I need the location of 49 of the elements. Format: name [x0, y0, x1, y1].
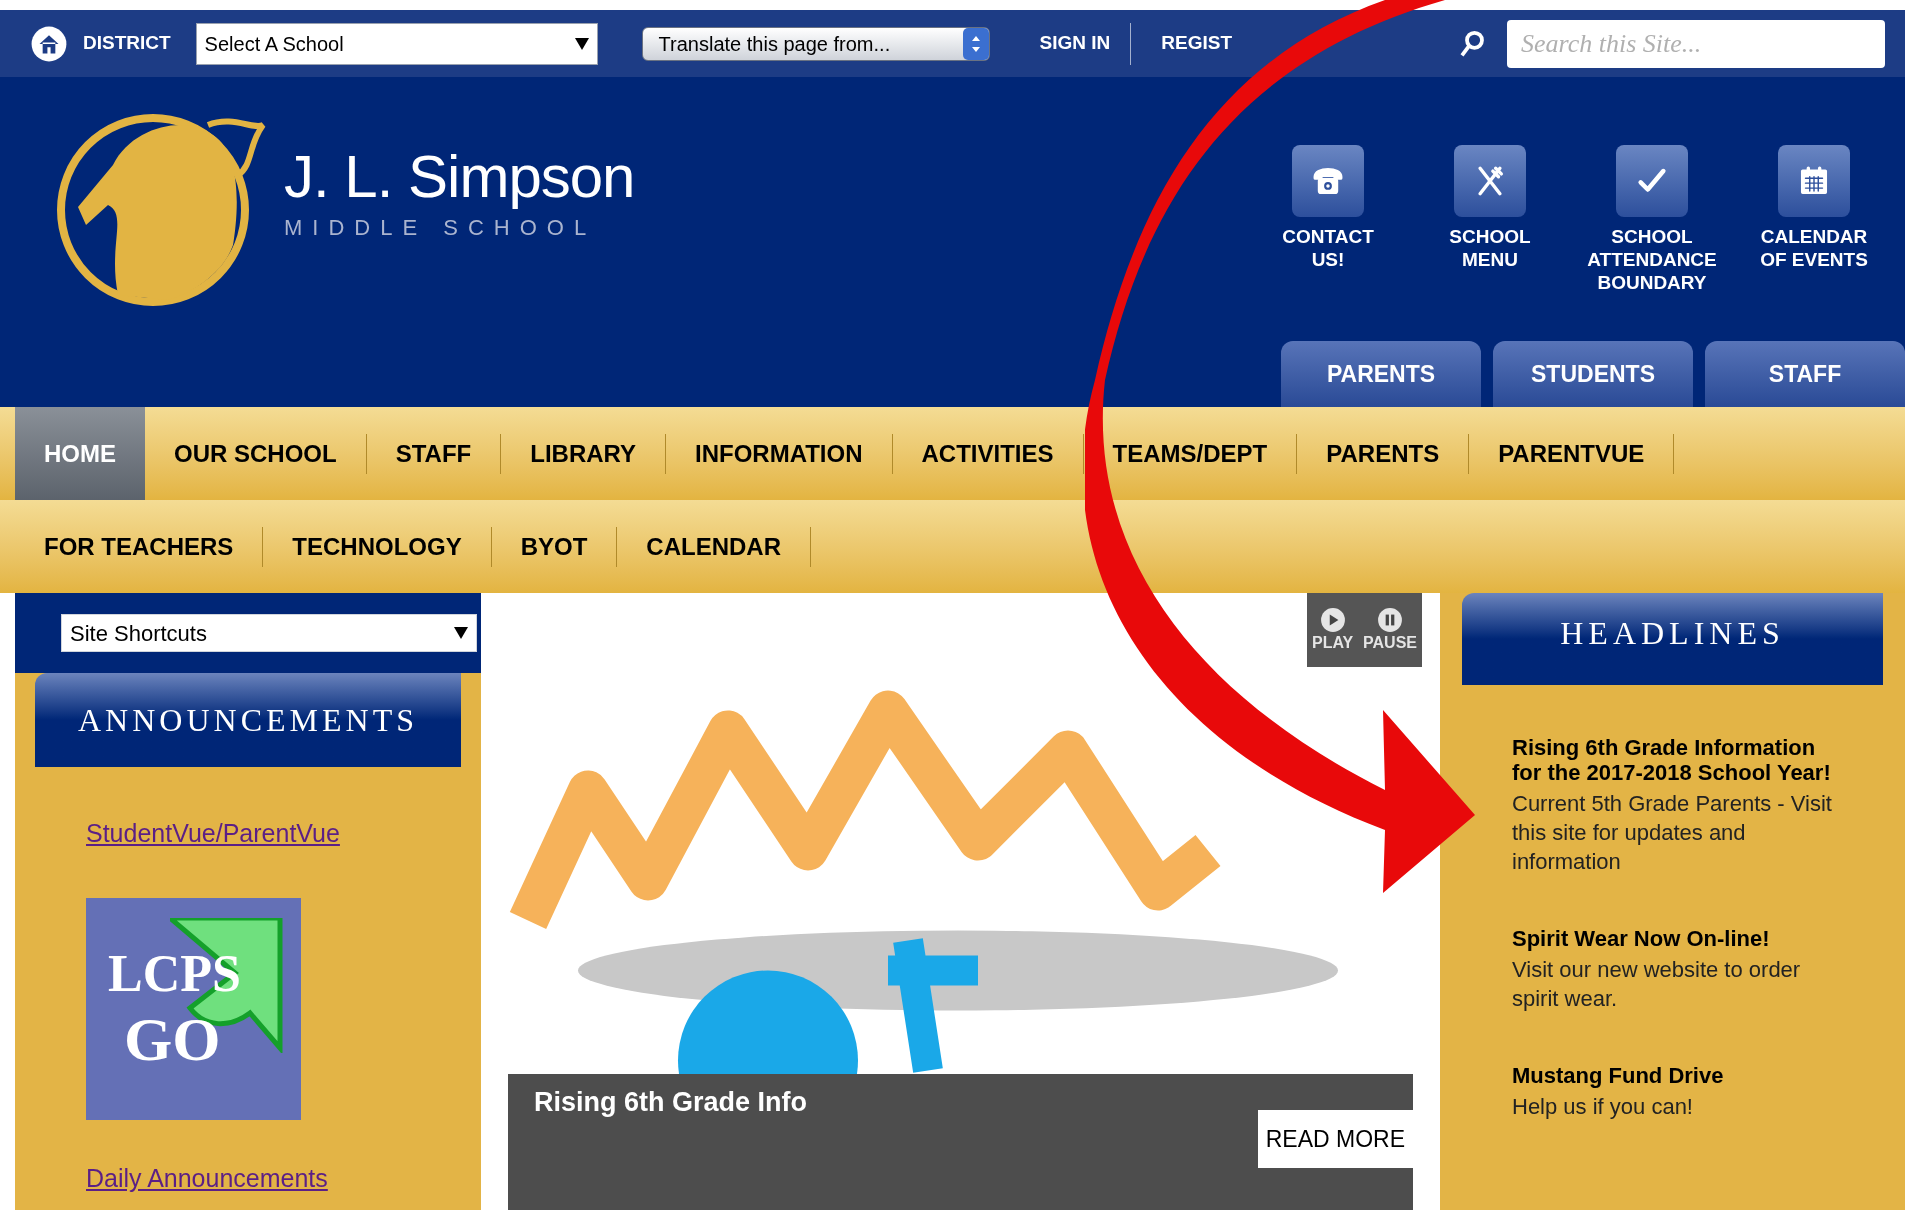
- nav-tab[interactable]: TEAMS/DEPT: [1083, 407, 1297, 500]
- nav-tab[interactable]: OUR SCHOOL: [145, 407, 366, 500]
- headline-title[interactable]: Rising 6th Grade Information for the 2017-2018 School Year!: [1512, 735, 1840, 785]
- site-shortcuts-select[interactable]: Site Shortcuts: [61, 614, 477, 652]
- studentvue-link[interactable]: StudentVue/ParentVue: [86, 815, 340, 853]
- audience-tab[interactable]: STUDENTS: [1493, 341, 1693, 407]
- nav-tab[interactable]: TECHNOLOGY: [263, 500, 491, 593]
- slideshow-control[interactable]: PAUSE: [1363, 607, 1417, 653]
- quick-link[interactable]: SCHOOL ATTENDANCE BOUNDARY: [1581, 145, 1723, 294]
- spinner-arrows-icon: [962, 27, 989, 60]
- sign-in-link[interactable]: SIGN IN: [1039, 29, 1111, 58]
- nav-tab[interactable]: PARENTS: [1297, 407, 1469, 500]
- home-icon[interactable]: [30, 24, 68, 63]
- dropdown-caret-icon: [454, 627, 468, 639]
- headlines-header: HEADLINES: [1462, 593, 1883, 685]
- quick-link[interactable]: CONTACT US!: [1257, 145, 1399, 271]
- daily-announcements-link[interactable]: Daily Announcements: [86, 1159, 328, 1197]
- nav-tab[interactable]: ACTIVITIES: [892, 407, 1083, 500]
- slideshow-control[interactable]: PLAY: [1311, 607, 1354, 653]
- district-link[interactable]: DISTRICT: [83, 29, 171, 58]
- headline-title[interactable]: Mustang Fund Drive: [1512, 1063, 1840, 1088]
- play-icon: [1319, 607, 1346, 633]
- search-field[interactable]: Search this Site...: [1507, 19, 1885, 68]
- pause-icon: [1377, 607, 1404, 633]
- nav-tab[interactable]: HOME: [15, 407, 145, 500]
- quick-link[interactable]: SCHOOL MENU: [1419, 145, 1561, 271]
- announcements-header: ANNOUNCEMENTS: [35, 673, 461, 767]
- nav-tab[interactable]: CALENDAR: [617, 500, 811, 593]
- audience-tab[interactable]: PARENTS: [1281, 341, 1481, 407]
- read-more-button[interactable]: READ MORE: [1257, 1110, 1413, 1168]
- nav-tab[interactable]: INFORMATION: [666, 407, 892, 500]
- quick-link[interactable]: CALENDAR OF EVENTS: [1743, 145, 1885, 271]
- slide-caption: Rising 6th Grade Info: [534, 1086, 808, 1119]
- register-link[interactable]: REGIST: [1161, 29, 1233, 58]
- headline-title[interactable]: Spirit Wear Now On-line!: [1512, 926, 1840, 951]
- nav-tab[interactable]: STAFF: [366, 407, 501, 500]
- dropdown-caret-icon: [574, 37, 589, 50]
- nav-tab[interactable]: PARENTVUE: [1469, 407, 1674, 500]
- headline-summary: Visit our new website to order spirit wear.: [1512, 956, 1802, 1013]
- nav-tab[interactable]: LIBRARY: [501, 407, 665, 500]
- audience-tab[interactable]: STAFF: [1705, 341, 1905, 407]
- school-subtitle: MIDDLE SCHOOL: [284, 214, 598, 242]
- translate-select[interactable]: Translate this page from...: [641, 26, 990, 61]
- school-select[interactable]: Select A School: [195, 22, 598, 65]
- headline-summary: Help us if you can!: [1512, 1093, 1694, 1121]
- headline-summary: Current 5th Grade Parents - Visit this site for updates and information: [1512, 790, 1833, 876]
- nav-tab[interactable]: BYOT: [491, 500, 617, 593]
- school-name: J. L. Simpson: [284, 147, 635, 207]
- nav-tab[interactable]: FOR TEACHERS: [15, 500, 263, 593]
